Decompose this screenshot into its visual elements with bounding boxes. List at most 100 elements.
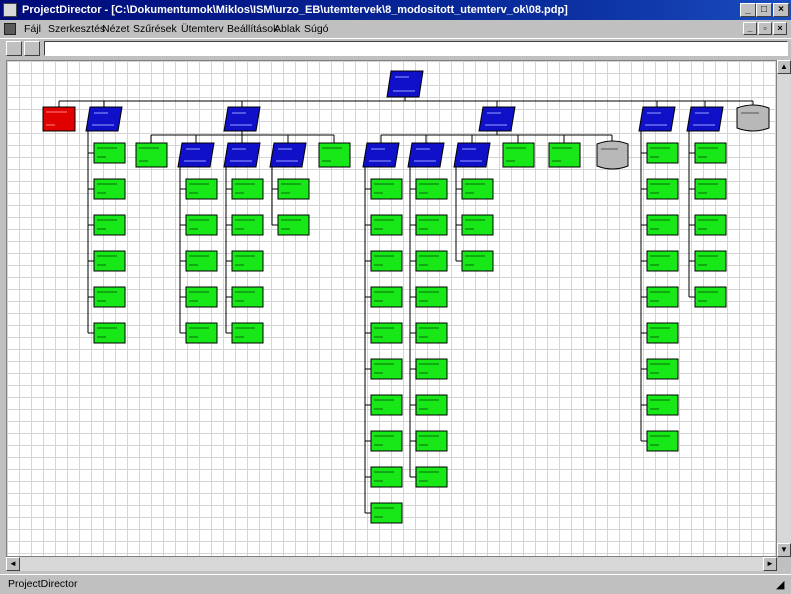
wbs-leaf-node — [415, 430, 448, 452]
wbs-leaf-node — [646, 358, 679, 380]
window-title: ProjectDirector - [C:\Dokumentumok\Miklo… — [22, 4, 568, 16]
wbs-leaf-node — [461, 178, 494, 200]
menu-settings[interactable]: Beállítások — [227, 20, 278, 38]
wbs-branch-node — [223, 106, 261, 132]
wbs-leaf-node — [93, 178, 126, 200]
toolbar-button-2[interactable] — [24, 41, 40, 56]
doc-minimize-button[interactable]: _ — [743, 22, 757, 35]
vertical-scrollbar[interactable]: ▲ ▼ — [777, 60, 791, 557]
wbs-leaf-node — [694, 178, 727, 200]
wbs-child-node — [548, 142, 581, 168]
wbs-child-node — [502, 142, 535, 168]
wbs-leaf-node — [277, 178, 310, 200]
wbs-branch-node — [736, 104, 770, 132]
wbs-leaf-node — [415, 286, 448, 308]
wbs-leaf-node — [370, 466, 403, 488]
wbs-canvas[interactable] — [6, 60, 777, 557]
wbs-root-node — [386, 70, 424, 98]
horizontal-scrollbar[interactable]: ◄ ► — [6, 557, 777, 571]
wbs-leaf-node — [185, 214, 218, 236]
wbs-leaf-node — [646, 250, 679, 272]
app-icon[interactable] — [3, 3, 17, 17]
wbs-leaf-node — [646, 430, 679, 452]
scroll-down-button[interactable]: ▼ — [777, 543, 791, 557]
close-button[interactable]: × — [773, 3, 789, 17]
wbs-leaf-node — [415, 466, 448, 488]
wbs-leaf-node — [370, 502, 403, 524]
toolbar — [0, 38, 791, 58]
wbs-leaf-node — [231, 214, 264, 236]
scroll-right-button[interactable]: ► — [763, 557, 777, 571]
wbs-leaf-node — [415, 214, 448, 236]
menu-window[interactable]: Ablak — [274, 20, 300, 38]
wbs-leaf-node — [646, 214, 679, 236]
wbs-leaf-node — [646, 394, 679, 416]
wbs-leaf-node — [694, 214, 727, 236]
wbs-leaf-node — [370, 322, 403, 344]
wbs-diagram — [42, 70, 770, 524]
document-icon[interactable] — [4, 23, 16, 35]
wbs-child-node — [362, 142, 400, 168]
wbs-leaf-node — [93, 214, 126, 236]
wbs-leaf-node — [231, 322, 264, 344]
wbs-child-node — [135, 142, 168, 168]
wbs-leaf-node — [370, 214, 403, 236]
wbs-leaf-node — [646, 142, 679, 164]
wbs-leaf-node — [646, 322, 679, 344]
wbs-leaf-node — [415, 322, 448, 344]
toolbar-input-field[interactable] — [44, 41, 788, 56]
wbs-child-node — [223, 142, 261, 168]
wbs-leaf-node — [415, 250, 448, 272]
wbs-leaf-node — [93, 250, 126, 272]
wbs-leaf-node — [370, 358, 403, 380]
wbs-child-node — [453, 142, 491, 168]
wbs-leaf-node — [370, 250, 403, 272]
status-bar: ProjectDirector ◢ — [0, 574, 791, 593]
wbs-branch-node — [478, 106, 516, 132]
wbs-child-node — [596, 140, 629, 170]
wbs-branch-node — [638, 106, 676, 132]
doc-close-button[interactable]: × — [773, 22, 787, 35]
wbs-leaf-node — [370, 394, 403, 416]
wbs-leaf-node — [277, 214, 310, 236]
wbs-child-node — [177, 142, 215, 168]
menu-help[interactable]: Súgó — [304, 20, 329, 38]
minimize-button[interactable]: _ — [740, 3, 756, 17]
wbs-leaf-node — [646, 286, 679, 308]
scroll-left-button[interactable]: ◄ — [6, 557, 20, 571]
wbs-child-node — [269, 142, 307, 168]
wbs-leaf-node — [461, 214, 494, 236]
wbs-leaf-node — [415, 178, 448, 200]
wbs-leaf-node — [93, 322, 126, 344]
wbs-leaf-node — [694, 286, 727, 308]
menu-schedule[interactable]: Ütemterv — [181, 20, 224, 38]
wbs-child-node — [407, 142, 445, 168]
wbs-leaf-node — [370, 430, 403, 452]
wbs-leaf-node — [93, 142, 126, 164]
wbs-leaf-node — [646, 178, 679, 200]
toolbar-button-1[interactable] — [6, 41, 22, 56]
resize-grip-icon[interactable]: ◢ — [776, 579, 788, 591]
menu-edit[interactable]: Szerkesztés — [48, 20, 105, 38]
wbs-leaf-node — [415, 358, 448, 380]
wbs-leaf-node — [694, 142, 727, 164]
wbs-leaf-node — [185, 286, 218, 308]
menu-filters[interactable]: Szűrések — [133, 20, 177, 38]
wbs-leaf-node — [93, 286, 126, 308]
wbs-leaf-node — [370, 178, 403, 200]
menu-bar: Fájl Szerkesztés Nézet Szűrések Ütemterv… — [0, 20, 791, 38]
status-text: ProjectDirector — [8, 578, 78, 590]
wbs-branch-node — [686, 106, 724, 132]
maximize-button[interactable]: □ — [756, 3, 772, 17]
wbs-leaf-node — [370, 286, 403, 308]
doc-restore-button[interactable]: ▫ — [758, 22, 772, 35]
wbs-child-node — [318, 142, 351, 168]
wbs-leaf-node — [185, 250, 218, 272]
wbs-leaf-node — [231, 286, 264, 308]
title-bar[interactable]: ProjectDirector - [C:\Dokumentumok\Miklo… — [0, 0, 791, 20]
wbs-leaf-node — [461, 250, 494, 272]
wbs-leaf-node — [694, 250, 727, 272]
menu-view[interactable]: Nézet — [102, 20, 129, 38]
menu-file[interactable]: Fájl — [24, 20, 41, 38]
scroll-up-button[interactable]: ▲ — [777, 60, 791, 74]
